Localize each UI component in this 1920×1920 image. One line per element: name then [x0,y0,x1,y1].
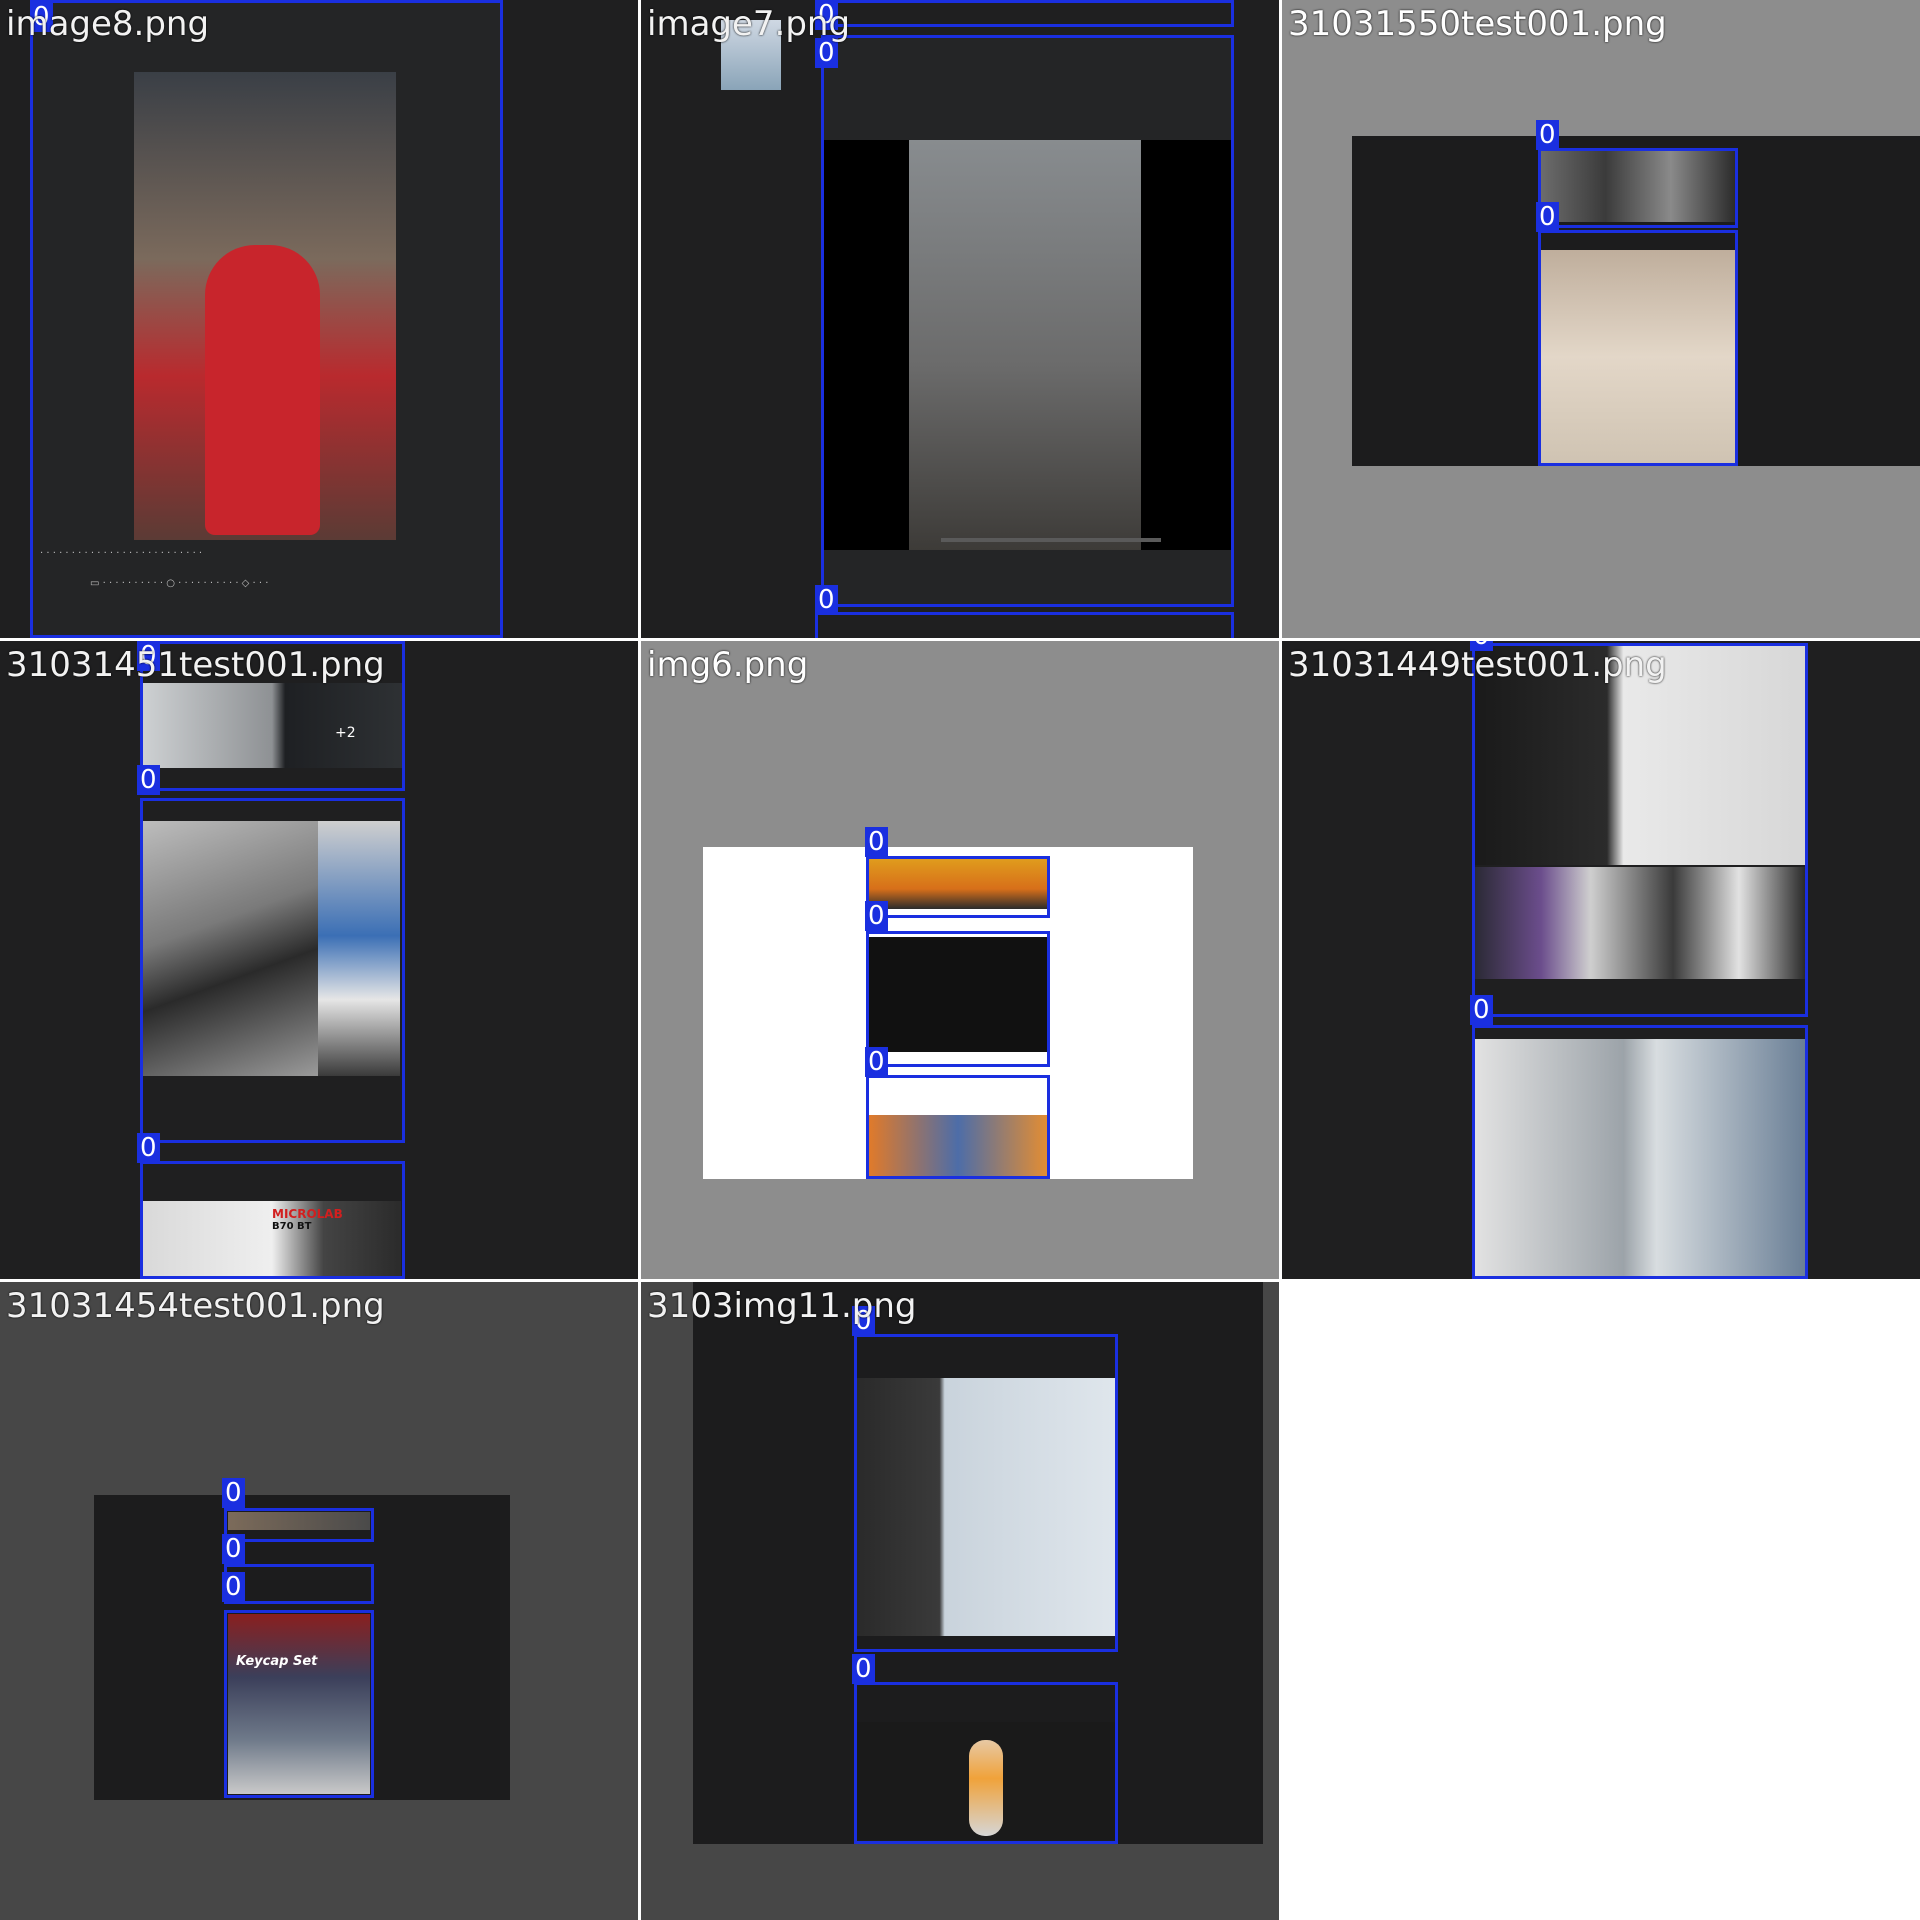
bbox [1472,1025,1808,1279]
tile-filename: 31031451test001.png [6,645,385,685]
bbox-label: 0 [137,1133,160,1163]
bbox [224,1508,374,1542]
bbox [224,1610,374,1798]
tile-31031451test001: 31031451test001.png +2 MICROLAB B70 BT 0… [0,641,638,1279]
bbox-label: 0 [865,1047,888,1077]
bbox [866,856,1050,918]
tile-filename: 3103img11.png [647,1286,917,1326]
empty-tile [1282,1282,1920,1920]
bbox-label: 0 [852,1654,875,1684]
tile-3103img11: 3103img11.png 0 0 [641,1282,1279,1920]
bbox [224,1564,374,1604]
tile-filename: img6.png [647,645,809,685]
bbox [821,35,1234,607]
bbox [1472,643,1808,1017]
bbox-label: 0 [222,1572,245,1602]
tile-filename: image7.png [647,4,851,44]
bbox [30,0,503,638]
tile-image8: image8.png · · · · · · · · · · · · · · ·… [0,0,638,638]
tile-filename: 31031449test001.png [1288,645,1667,685]
bbox [866,1075,1050,1179]
bbox-label: 0 [222,1534,245,1564]
bbox [854,1682,1118,1844]
tile-filename: image8.png [6,4,210,44]
bbox [140,798,405,1143]
bbox-label: 0 [1536,202,1559,232]
bbox-label: 0 [815,585,838,615]
tile-31031449test001: 31031449test001.png 0 0 [1282,641,1920,1279]
bbox [815,612,1234,638]
bbox [821,0,1234,27]
bbox [866,931,1050,1067]
detection-mosaic: image8.png · · · · · · · · · · · · · · ·… [0,0,1920,1920]
bbox-label: 0 [865,901,888,931]
tile-img6: img6.png 0 0 0 [641,641,1279,1279]
tile-filename: 31031550test001.png [1288,4,1667,44]
bbox [1538,148,1738,228]
tile-31031454test001: 31031454test001.png Keycap Set 0 0 0 [0,1282,638,1920]
bbox [854,1334,1118,1652]
bbox [140,1161,405,1279]
bbox-label: 0 [1536,120,1559,150]
tile-filename: 31031454test001.png [6,1286,385,1326]
bbox [1538,230,1738,466]
bbox-label: 0 [222,1478,245,1508]
bbox-label: 0 [137,765,160,795]
tile-image7: image7.png 0 0 0 [641,0,1279,638]
tile-31031550test001: 31031550test001.png 0 0 [1282,0,1920,638]
bbox-label: 0 [1470,995,1493,1025]
bbox-label: 0 [865,827,888,857]
